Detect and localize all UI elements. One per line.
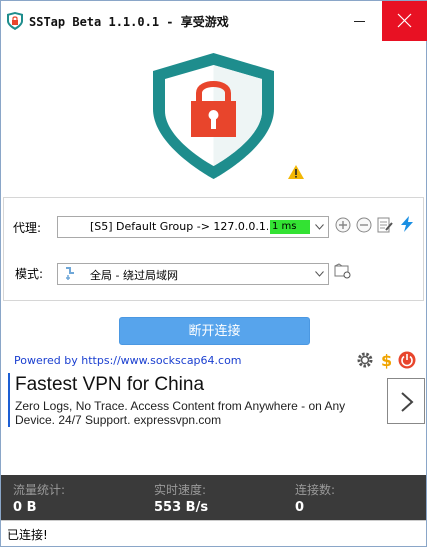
svg-text:$: $: [381, 351, 392, 369]
status-bar: 已连接!: [1, 520, 426, 546]
ad-title[interactable]: Fastest VPN for China: [15, 374, 204, 396]
sstap-window: SSTap Beta 1.1.0.1 - 享受游戏 代理: [S5] Defau…: [0, 0, 427, 547]
warning-icon: [288, 165, 304, 179]
minimize-button[interactable]: [345, 9, 375, 33]
stats-bar: 流量统计: 0 B 实时速度: 553 B/s 连接数: 0: [1, 475, 426, 520]
speed-label: 实时速度:: [154, 483, 207, 497]
minus-circle-icon[interactable]: [356, 217, 372, 233]
mode-label: 模式:: [15, 267, 44, 281]
ad-accent-bar: [8, 373, 10, 427]
latency-badge: 1 ms: [270, 220, 310, 234]
chevron-right-icon: [401, 392, 414, 412]
window-title: SSTap Beta 1.1.0.1 - 享受游戏: [29, 15, 229, 29]
shield-lock-icon: [153, 53, 274, 179]
edit-icon[interactable]: [377, 217, 393, 233]
close-icon: [397, 13, 412, 28]
speed-stat: 实时速度: 553 B/s: [154, 481, 208, 515]
rules-folder-icon[interactable]: [334, 263, 351, 279]
powered-by-link[interactable]: Powered by https://www.sockscap64.com: [14, 354, 242, 367]
chevron-down-icon: [315, 271, 324, 277]
proxy-value: [S5] Default Group -> 127.0.0.1...: [90, 220, 268, 233]
mode-select[interactable]: 全局 - 绕过局域网: [57, 263, 329, 285]
chevron-down-icon: [315, 224, 324, 230]
speed-value: 553 B/s: [154, 500, 209, 515]
proxy-label: 代理:: [13, 221, 42, 235]
disconnect-button[interactable]: 断开连接: [119, 317, 310, 345]
shield-app-icon: [7, 12, 23, 30]
traffic-stat: 流量统计: 0 B: [13, 481, 65, 515]
mode-value: 全局 - 绕过局域网: [90, 269, 178, 282]
plus-circle-icon[interactable]: [335, 217, 351, 233]
ad-body[interactable]: Zero Logs, No Trace. Access Content from…: [15, 399, 360, 427]
lightning-icon[interactable]: [399, 216, 415, 232]
traffic-label: 流量统计:: [13, 483, 66, 497]
connections-value: 0: [295, 500, 305, 515]
status-text: 已连接!: [7, 528, 48, 542]
power-icon[interactable]: [398, 351, 416, 369]
ad-next-button[interactable]: [387, 378, 425, 424]
title-bar[interactable]: SSTap Beta 1.1.0.1 - 享受游戏: [1, 1, 427, 41]
gear-icon[interactable]: [356, 351, 374, 369]
globe-icon: [66, 267, 74, 280]
connections-label: 连接数:: [295, 483, 336, 497]
close-button[interactable]: [382, 1, 427, 41]
traffic-value: 0 B: [13, 500, 37, 515]
connections-stat: 连接数: 0: [295, 481, 335, 515]
settings-group: [3, 197, 424, 301]
dollar-icon[interactable]: $: [377, 351, 395, 369]
proxy-select[interactable]: [S5] Default Group -> 127.0.0.1... 1 ms: [57, 216, 329, 238]
